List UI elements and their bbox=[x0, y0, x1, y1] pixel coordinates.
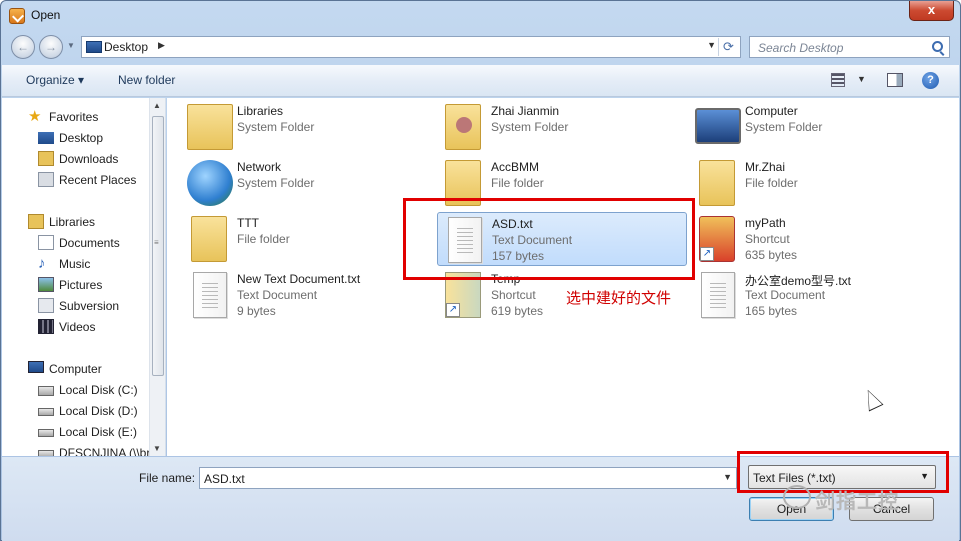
back-button[interactable]: ← bbox=[11, 35, 35, 59]
breadcrumb-arrow-icon[interactable]: ▶ bbox=[158, 40, 165, 51]
drive-icon bbox=[38, 429, 54, 437]
folder-icon bbox=[699, 160, 735, 206]
view-options-dropdown-icon[interactable]: ▼ bbox=[857, 74, 866, 84]
desktop-icon bbox=[86, 41, 102, 53]
computer-icon bbox=[28, 361, 44, 373]
scroll-grip-icon: ≡ bbox=[154, 238, 159, 247]
dialog-title: Open bbox=[31, 8, 61, 22]
file-item-mypath[interactable]: ↗ myPath Shortcut 635 bytes bbox=[691, 212, 941, 266]
file-item-computer[interactable]: Computer System Folder bbox=[691, 100, 941, 154]
file-name-label: File name: bbox=[139, 471, 196, 485]
file-name-input[interactable]: ASD.txt ▼ bbox=[199, 467, 737, 489]
command-toolbar: Organize ▾ New folder ▼ ? bbox=[2, 65, 959, 97]
wechat-watermark-icon bbox=[783, 485, 811, 509]
shortcut-arrow-icon: ↗ bbox=[446, 303, 460, 317]
title-bar: Open x bbox=[1, 1, 960, 31]
navigation-pane: ★ Favorites Desktop Downloads Recent Pla… bbox=[2, 98, 166, 456]
user-folder-icon bbox=[445, 104, 481, 150]
network-icon bbox=[187, 160, 233, 206]
file-item-new-text-document[interactable]: New Text Document.txt Text Document 9 by… bbox=[183, 268, 433, 322]
text-document-icon bbox=[701, 272, 735, 318]
subversion-icon bbox=[38, 298, 54, 313]
file-item-ttt[interactable]: TTT File folder bbox=[183, 212, 433, 266]
file-item-office-demo-txt[interactable]: 办公室demo型号.txt Text Document 165 bytes bbox=[691, 268, 941, 322]
star-icon: ★ bbox=[28, 108, 42, 125]
pictures-icon bbox=[38, 277, 54, 292]
close-button[interactable]: x bbox=[909, 1, 954, 21]
libraries-icon bbox=[187, 104, 233, 150]
annotation-box-selected-file bbox=[403, 198, 695, 280]
user-avatar-icon bbox=[456, 117, 472, 133]
recent-pages-dropdown-icon[interactable]: ▼ bbox=[67, 41, 75, 50]
recent-places-icon bbox=[38, 172, 54, 187]
preview-pane-icon[interactable] bbox=[887, 73, 903, 87]
shortcut-arrow-icon: ↗ bbox=[700, 247, 714, 261]
folder-icon bbox=[191, 216, 227, 262]
system-drive-icon bbox=[38, 386, 54, 396]
address-text[interactable]: Desktop bbox=[104, 40, 148, 54]
new-folder-button[interactable]: New folder bbox=[118, 73, 175, 87]
watermark-text: 剑指工控 bbox=[815, 491, 899, 513]
help-icon[interactable]: ? bbox=[922, 72, 939, 89]
search-icon[interactable] bbox=[932, 41, 943, 52]
scroll-down-icon[interactable]: ▼ bbox=[153, 444, 161, 453]
file-item-network[interactable]: Network System Folder bbox=[183, 156, 433, 210]
navigation-scrollbar[interactable]: ▲ ≡ ▼ bbox=[149, 98, 165, 456]
network-drive-icon bbox=[38, 450, 54, 456]
file-name-value[interactable]: ASD.txt bbox=[204, 472, 245, 486]
address-bar[interactable]: Desktop ▶ ▼ ⟳ bbox=[81, 36, 741, 58]
downloads-folder-icon bbox=[38, 151, 54, 166]
file-item-mr-zhai[interactable]: Mr.Zhai File folder bbox=[691, 156, 941, 210]
desktop-icon bbox=[38, 132, 54, 144]
file-item-libraries[interactable]: Libraries System Folder bbox=[183, 100, 433, 154]
scroll-up-icon[interactable]: ▲ bbox=[153, 101, 161, 110]
annotation-text: 选中建好的文件 bbox=[566, 290, 672, 307]
change-view-icon[interactable] bbox=[831, 73, 845, 87]
music-icon: ♪ bbox=[38, 255, 46, 272]
navigation-bar: ← → ▼ Desktop ▶ ▼ ⟳ Search Desktop bbox=[1, 31, 960, 63]
search-box[interactable]: Search Desktop bbox=[749, 36, 950, 58]
file-name-dropdown-icon[interactable]: ▼ bbox=[723, 472, 732, 482]
app-icon bbox=[9, 8, 25, 24]
refresh-icon[interactable]: ⟳ bbox=[718, 38, 738, 56]
drive-icon bbox=[38, 408, 54, 416]
text-document-icon bbox=[193, 272, 227, 318]
address-dropdown-icon[interactable]: ▼ bbox=[707, 40, 716, 50]
forward-button[interactable]: → bbox=[39, 35, 63, 59]
libraries-icon bbox=[28, 214, 44, 229]
videos-icon bbox=[38, 319, 54, 334]
documents-icon bbox=[38, 235, 54, 250]
file-item-zhai-jianmin[interactable]: Zhai Jianmin System Folder bbox=[437, 100, 687, 154]
open-dialog: Open x ← → ▼ Desktop ▶ ▼ ⟳ Search Deskto… bbox=[0, 0, 961, 541]
search-input[interactable]: Search Desktop bbox=[758, 41, 843, 55]
computer-icon bbox=[695, 108, 741, 144]
organize-menu[interactable]: Organize ▾ bbox=[26, 73, 84, 87]
shortcut-icon: ↗ bbox=[699, 216, 735, 262]
